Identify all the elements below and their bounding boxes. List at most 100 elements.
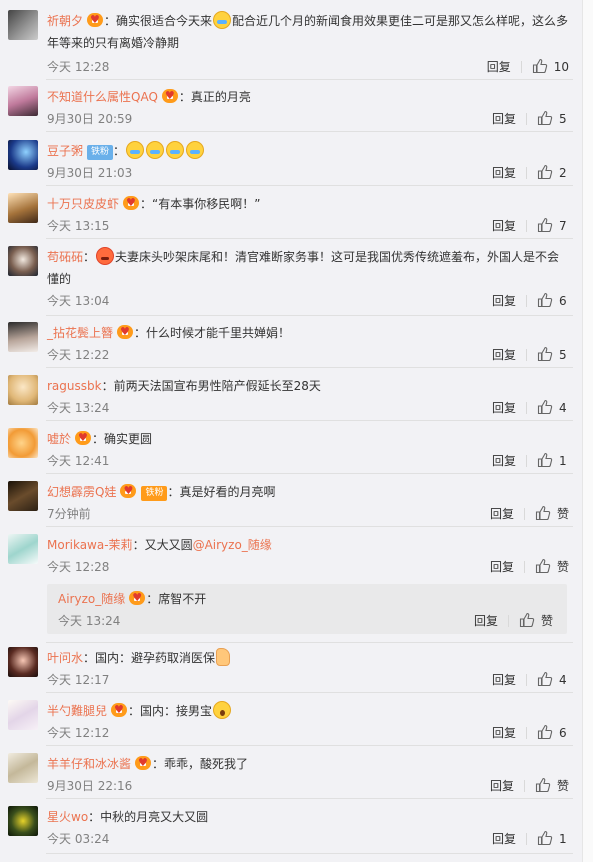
- avatar[interactable]: [8, 700, 38, 730]
- avatar[interactable]: [8, 647, 38, 677]
- divider: [507, 615, 509, 627]
- like-button[interactable]: 1: [537, 830, 569, 846]
- mention-link[interactable]: @Airyzo_随缘: [193, 538, 272, 552]
- like-button[interactable]: 赞: [519, 612, 553, 628]
- comment-time: 7分钟前: [47, 507, 91, 521]
- comment-text: ：确实更圆: [92, 432, 153, 446]
- reply-button[interactable]: 回复: [490, 779, 514, 793]
- comment-time: 今天 12:12: [47, 726, 110, 740]
- reply-button[interactable]: 回复: [492, 112, 516, 126]
- avatar[interactable]: [8, 246, 38, 276]
- like-count: 5: [559, 112, 567, 126]
- username-link[interactable]: 嘘於: [47, 432, 71, 446]
- divider: [46, 131, 573, 132]
- reply-button[interactable]: 回复: [487, 60, 511, 74]
- comment-time: 今天 12:17: [47, 673, 110, 687]
- reply-button[interactable]: 回复: [492, 294, 516, 308]
- avatar[interactable]: [8, 86, 38, 116]
- reply-button[interactable]: 回复: [492, 166, 516, 180]
- like-count: 5: [559, 348, 567, 362]
- username-link[interactable]: 不知道什么属性QAQ: [47, 90, 158, 104]
- like-button[interactable]: 5: [537, 110, 569, 126]
- avatar[interactable]: [8, 481, 38, 511]
- vip-badge-icon: [75, 427, 92, 449]
- username-link[interactable]: Airyzo_随缘: [58, 592, 125, 606]
- comment-item: 半勺難腿兒 ：国内：接男宝 今天 12:12 回复 6: [0, 699, 583, 746]
- comment-item: 十万只皮皮虾 ：“有本事你移民啊！” 今天 13:15 回复 7: [0, 192, 583, 239]
- reply-button[interactable]: 回复: [492, 219, 516, 233]
- username-link[interactable]: 幻想霹雳Q娃: [47, 485, 116, 499]
- scrollbar-track[interactable]: [583, 0, 593, 862]
- avatar[interactable]: [8, 806, 38, 836]
- divider: [523, 561, 525, 573]
- like-count: 7: [559, 219, 567, 233]
- username-link[interactable]: 叶问水: [47, 651, 83, 665]
- like-button[interactable]: 5: [537, 346, 569, 362]
- reply-button[interactable]: 回复: [492, 454, 516, 468]
- username-link[interactable]: 豆子粥: [47, 144, 83, 158]
- comment-item: ragussbk：前两天法国宣布男性陪产假延长至28天 今天 13:24 回复 4: [0, 375, 583, 421]
- thumbs-up-icon: [537, 164, 553, 180]
- username-link[interactable]: _拈花鬓上簪: [47, 326, 113, 340]
- thumbs-up-icon: [537, 110, 553, 126]
- comment-item: 幻想霹雳Q娃 铁粉：真是好看的月亮啊 7分钟前 回复 赞: [0, 480, 583, 527]
- username-link[interactable]: 苟砳砳: [47, 250, 83, 264]
- reply-button[interactable]: 回复: [492, 726, 516, 740]
- divider: [46, 185, 573, 186]
- avatar[interactable]: [8, 322, 38, 352]
- reply-button[interactable]: 回复: [490, 560, 514, 574]
- comment-text: ：中秋的月亮又大又圆: [88, 810, 209, 824]
- divider: [526, 833, 527, 845]
- avatar[interactable]: [8, 375, 38, 405]
- reply-button[interactable]: 回复: [492, 348, 516, 362]
- reply-button[interactable]: 回复: [474, 614, 498, 628]
- like-button[interactable]: 6: [537, 292, 569, 308]
- like-count: 赞: [556, 779, 569, 793]
- comment-item: 嘘於 ：确实更圆 今天 12:41 回复 1: [0, 427, 583, 474]
- like-button[interactable]: 赞: [535, 505, 569, 521]
- username-link[interactable]: 祈朝夕: [47, 14, 83, 28]
- reply-button[interactable]: 回复: [492, 673, 516, 687]
- reply-button[interactable]: 回复: [490, 507, 514, 521]
- like-count: 10: [553, 60, 569, 74]
- avatar[interactable]: [8, 10, 38, 40]
- like-button[interactable]: 2: [537, 164, 569, 180]
- vip-badge-icon: [117, 321, 134, 343]
- username-link[interactable]: 半勺難腿兒: [47, 704, 107, 718]
- comment-item: Morikawa-茉莉：又大又圆@Airyzo_随缘 今天 12:28 回复赞 …: [0, 534, 583, 643]
- reply-button[interactable]: 回复: [492, 832, 516, 846]
- like-button[interactable]: 4: [537, 399, 569, 415]
- divider: [523, 508, 525, 520]
- vip-badge-icon: [123, 192, 140, 214]
- divider: [526, 674, 527, 686]
- like-button[interactable]: 赞: [535, 777, 569, 793]
- like-button[interactable]: 4: [537, 671, 569, 687]
- username-link[interactable]: 星火wo: [47, 810, 88, 824]
- avatar[interactable]: [8, 534, 38, 564]
- like-button[interactable]: 7: [537, 217, 569, 233]
- vip-badge-icon: [87, 9, 104, 31]
- vip-badge-icon: [135, 752, 152, 774]
- like-button[interactable]: 10: [532, 58, 569, 74]
- like-button[interactable]: 赞: [535, 558, 569, 574]
- comment-item: 祈朝夕：确实很适合今天来配合近几个月的新闻食用效果更佳二可是那又怎么样呢，这么多…: [0, 9, 583, 80]
- like-button[interactable]: 1: [537, 452, 569, 468]
- comment-time: 今天 13:15: [47, 219, 110, 233]
- emoji-cry-icon: [186, 141, 205, 159]
- avatar[interactable]: [8, 753, 38, 783]
- comment-time: 今天 13:24: [47, 401, 110, 415]
- avatar[interactable]: [8, 193, 38, 223]
- username-link[interactable]: Morikawa-茉莉: [47, 538, 133, 552]
- divider: [46, 420, 573, 421]
- divider: [46, 853, 573, 854]
- comment-text: ：又大又圆: [132, 538, 193, 552]
- avatar[interactable]: [8, 428, 38, 458]
- username-link[interactable]: 十万只皮皮虾: [47, 197, 119, 211]
- like-button[interactable]: 6: [537, 724, 569, 740]
- reply-button[interactable]: 回复: [492, 401, 516, 415]
- thumbs-up-icon: [537, 830, 553, 846]
- username-link[interactable]: 羊羊仔和冰冰酱: [47, 757, 131, 771]
- divider: [46, 745, 573, 746]
- avatar[interactable]: [8, 140, 38, 170]
- username-link[interactable]: ragussbk: [47, 379, 102, 393]
